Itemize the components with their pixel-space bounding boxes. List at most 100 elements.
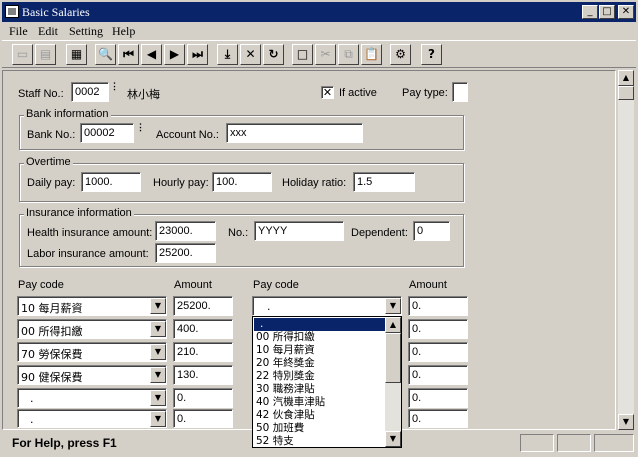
holiday-ratio-label: Holiday ratio:	[282, 177, 347, 189]
pay-code-select[interactable]: .	[17, 409, 167, 428]
hourly-pay-label: Hourly pay:	[153, 177, 209, 189]
dropdown-option[interactable]: .	[254, 318, 386, 331]
refresh-icon[interactable]: ↻	[263, 44, 284, 65]
health-insurance-label: Health insurance amount:	[27, 227, 153, 239]
amount-field[interactable]: 130.	[173, 365, 233, 385]
pay-code-select[interactable]: 00 所得扣繳	[17, 319, 167, 339]
scroll-up-icon[interactable]: ▲	[385, 317, 401, 333]
menu-help[interactable]: Help	[112, 24, 135, 39]
amount-header-left: Amount	[174, 279, 212, 291]
dropdown-option[interactable]: 22 特別獎金	[254, 370, 386, 383]
minimize-icon[interactable]: _	[582, 5, 598, 19]
close-icon[interactable]: ✕	[618, 5, 634, 19]
dropdown-option[interactable]: 30 職務津貼	[254, 383, 386, 396]
app-icon[interactable]	[5, 5, 19, 18]
staff-no-spinner[interactable]: ⋮	[110, 82, 119, 103]
dropdown-option[interactable]: 40 汽機車津貼	[254, 396, 386, 409]
bank-no-spinner[interactable]: ⋮	[136, 123, 145, 144]
overtime-title: Overtime	[24, 156, 73, 168]
amount-field[interactable]: 0.	[173, 409, 233, 428]
account-no-field[interactable]: xxx	[226, 123, 363, 143]
pay-code-select[interactable]: .	[17, 388, 167, 408]
dropdown-option[interactable]: 42 伙食津貼	[254, 409, 386, 422]
chevron-down-icon[interactable]: ▼	[150, 298, 166, 314]
scroll-down-icon[interactable]: ▼	[618, 414, 634, 430]
new-record-icon[interactable]: □	[292, 44, 313, 65]
insurance-no-label: No.:	[228, 227, 249, 239]
insurance-no-field[interactable]: YYYY	[254, 221, 344, 241]
daily-pay-field[interactable]: 1000.	[81, 172, 141, 192]
next-record-icon[interactable]: ▶	[164, 44, 185, 65]
amount-field[interactable]: 0.	[408, 365, 468, 385]
amount-field[interactable]: 0.	[173, 388, 233, 408]
menu-file[interactable]: File	[9, 24, 28, 39]
search-icon[interactable]: 🔍	[95, 44, 116, 65]
chevron-down-icon[interactable]: ▼	[150, 321, 166, 337]
status-bar: For Help, press F1	[2, 432, 636, 455]
chevron-down-icon[interactable]: ▼	[150, 367, 166, 383]
amount-field[interactable]: 25200.	[173, 296, 233, 316]
dropdown-option[interactable]: 10 每月薪資	[254, 344, 386, 357]
staff-no-label: Staff No.:	[18, 88, 64, 100]
dropdown-option[interactable]: 20 年終獎金	[254, 357, 386, 370]
dropdown-option[interactable]: 00 所得扣繳	[254, 331, 386, 344]
menu-setting[interactable]: Setting	[69, 24, 103, 39]
dependent-label: Dependent:	[351, 227, 408, 239]
chevron-down-icon[interactable]: ▼	[150, 390, 166, 406]
labor-insurance-label: Labor insurance amount:	[27, 248, 149, 260]
if-active-checkbox[interactable]: ✕	[321, 86, 334, 99]
pay-code-dropdown-list: . 00 所得扣繳 10 每月薪資 20 年終獎金 22 特別獎金 30 職務津…	[252, 316, 402, 448]
settings-icon[interactable]: ⚙	[390, 44, 411, 65]
amount-field[interactable]: 400.	[173, 319, 233, 339]
pay-type-field[interactable]	[452, 82, 468, 102]
health-insurance-field[interactable]: 23000.	[155, 221, 216, 241]
bank-no-field[interactable]: 00002	[80, 123, 134, 143]
status-text: For Help, press F1	[12, 436, 117, 450]
scroll-thumb[interactable]	[618, 86, 634, 100]
dependent-field[interactable]: 0	[413, 221, 450, 241]
pay-code-select[interactable]: 70 勞保保費	[17, 342, 167, 362]
status-cell	[520, 434, 554, 452]
main-scrollbar[interactable]: ▲ ▼	[618, 70, 634, 430]
amount-field[interactable]: 0.	[408, 342, 468, 362]
staff-no-field[interactable]: 0002	[71, 82, 109, 102]
chevron-down-icon[interactable]: ▼	[150, 344, 166, 360]
scroll-up-icon[interactable]: ▲	[618, 70, 634, 86]
pay-type-label: Pay type:	[402, 87, 448, 99]
cancel-icon[interactable]: ✕	[240, 44, 261, 65]
amount-field[interactable]: 0.	[408, 409, 468, 428]
pay-code-select[interactable]: 90 健保保費	[17, 365, 167, 385]
first-record-icon[interactable]: ⏮	[118, 44, 139, 65]
pay-code-select[interactable]: 10 每月薪資	[17, 296, 167, 316]
hourly-pay-field[interactable]: 100.	[212, 172, 272, 192]
copy-icon[interactable]: ⧉	[338, 44, 359, 65]
holiday-ratio-field[interactable]: 1.5	[353, 172, 415, 192]
toolbar: ▭ ▤ ▦ 🔍 ⏮ ◀ ▶ ⏭ ⤓ ✕ ↻ □ ✂ ⧉ 📋 ⚙ ?	[2, 40, 636, 68]
previous-record-icon[interactable]: ◀	[141, 44, 162, 65]
save-icon[interactable]: ⤓	[217, 44, 238, 65]
list-view-icon[interactable]: ▦	[66, 44, 87, 65]
if-active-label: If active	[339, 87, 377, 99]
window-title: Basic Salaries	[22, 5, 90, 19]
staff-name: 林小梅	[127, 88, 160, 101]
amount-field[interactable]: 0.	[408, 319, 468, 339]
menu-edit[interactable]: Edit	[38, 24, 58, 39]
amount-field[interactable]: 210.	[173, 342, 233, 362]
paste-icon[interactable]: 📋	[361, 44, 382, 65]
pay-code-select-open[interactable]: .	[252, 296, 402, 316]
amount-field[interactable]: 0.	[408, 296, 468, 316]
scroll-thumb[interactable]	[385, 333, 401, 383]
dropdown-scrollbar[interactable]: ▲ ▼	[385, 317, 401, 447]
print-icon[interactable]: ▤	[35, 44, 56, 65]
labor-insurance-field[interactable]: 25200.	[155, 243, 216, 263]
cut-icon[interactable]: ✂	[315, 44, 336, 65]
title-bar: Basic Salaries _ □ ✕	[0, 0, 638, 22]
maximize-icon[interactable]: □	[599, 5, 615, 19]
last-record-icon[interactable]: ⏭	[187, 44, 208, 65]
amount-field[interactable]: 0.	[408, 388, 468, 408]
amount-header-right: Amount	[409, 279, 447, 291]
print-preview-icon[interactable]: ▭	[12, 44, 33, 65]
chevron-down-icon[interactable]: ▼	[385, 298, 401, 314]
chevron-down-icon[interactable]: ▼	[150, 411, 166, 427]
help-icon[interactable]: ?	[421, 44, 442, 65]
